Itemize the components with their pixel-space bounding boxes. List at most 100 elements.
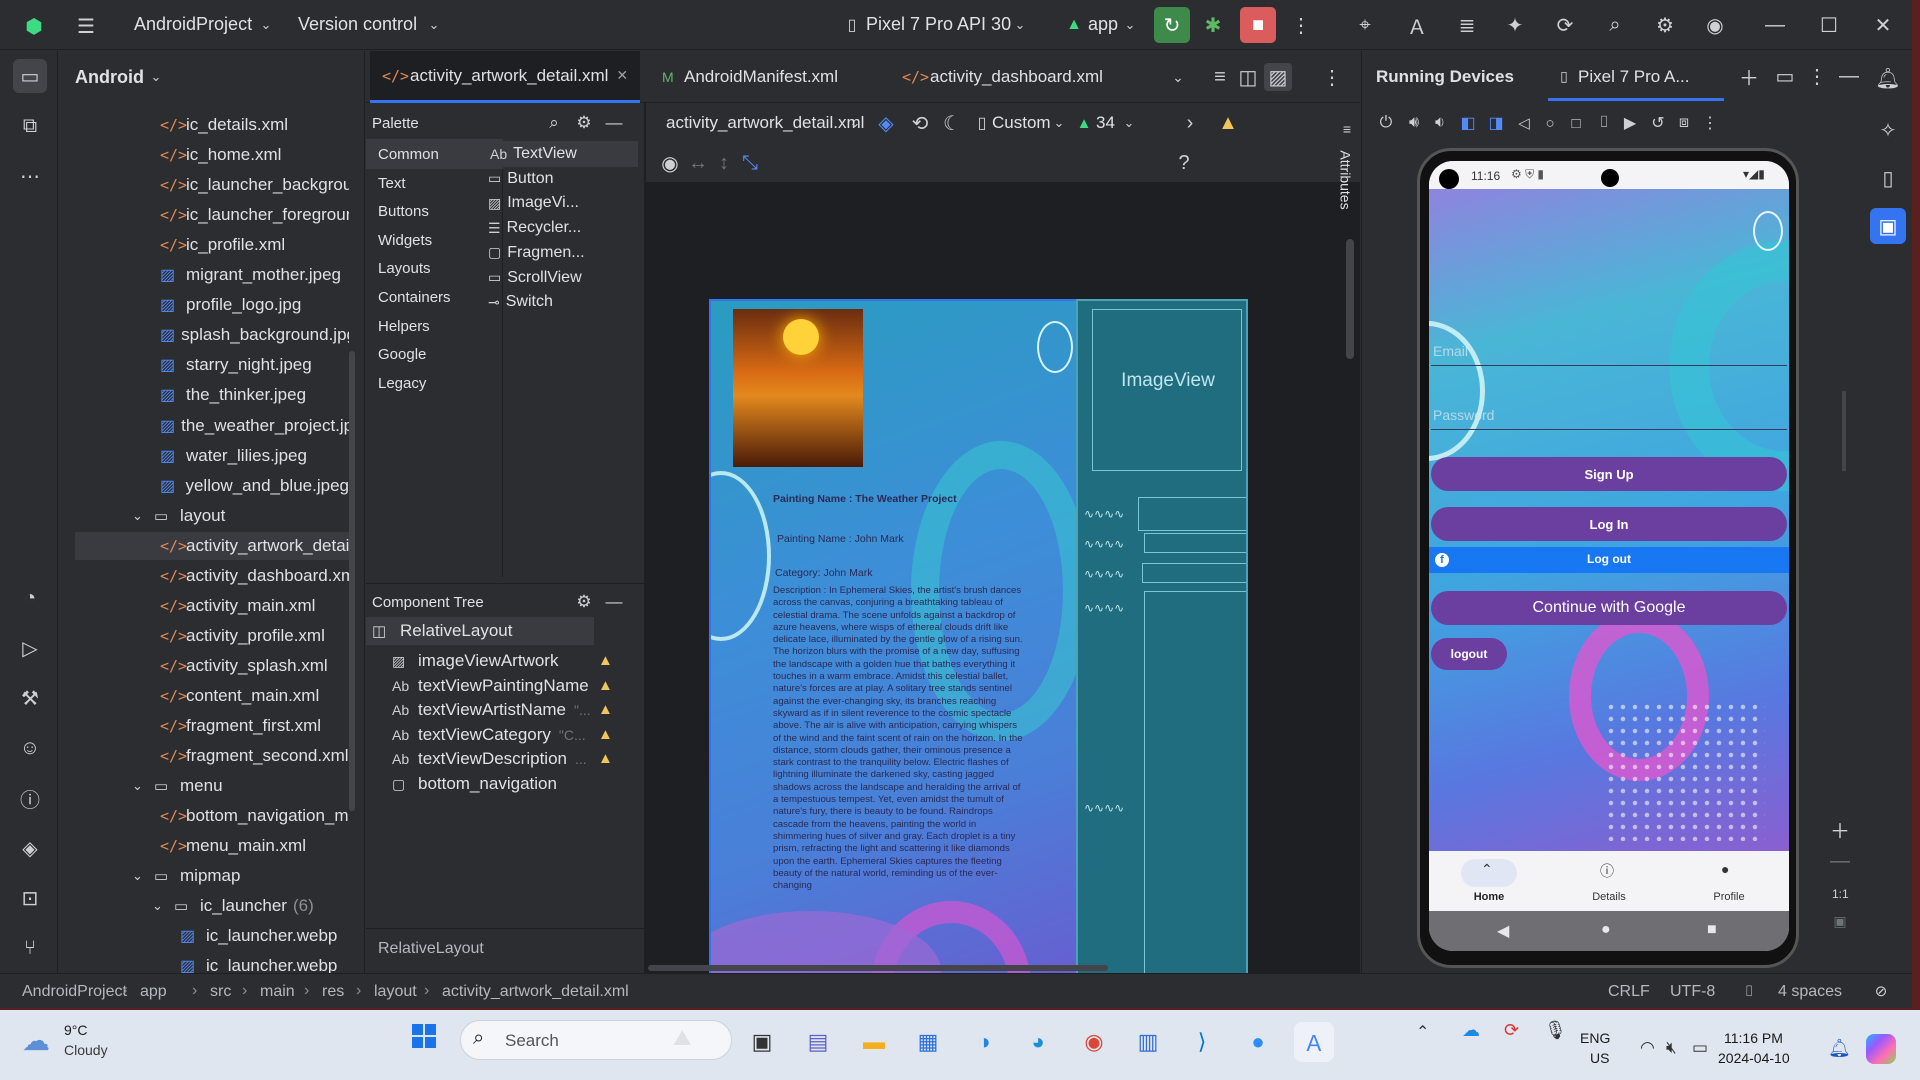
tree-item[interactable]: </> activity_dashboard.xml bbox=[59, 562, 349, 590]
language-indicator[interactable]: ENG bbox=[1580, 1030, 1610, 1046]
terminal-icon[interactable]: ⊡ bbox=[13, 881, 47, 915]
logcat-cat-icon[interactable]: ☺ bbox=[13, 731, 47, 765]
tree-scrollbar[interactable] bbox=[349, 351, 355, 811]
maximize-icon[interactable]: ☐ bbox=[1814, 10, 1844, 40]
tree-item[interactable]: ▨ starry_night.jpeg bbox=[59, 351, 349, 379]
tree-item[interactable]: ▨ yellow_and_blue.jpeg bbox=[59, 472, 349, 500]
tree-item[interactable]: </> activity_main.xml bbox=[59, 592, 349, 620]
vscode-icon[interactable]: ⟩ bbox=[1182, 1022, 1222, 1062]
palette-category-buttons[interactable]: Buttons bbox=[378, 203, 429, 220]
profiler-icon[interactable]: ✦ bbox=[1500, 10, 1530, 40]
project-view-selector[interactable]: Android bbox=[75, 67, 144, 88]
tree-item[interactable]: ▨ ic_launcher.webp bbox=[59, 922, 349, 950]
eye-icon[interactable]: ◉ bbox=[658, 151, 682, 175]
warning-icon[interactable]: ▲ bbox=[598, 677, 613, 694]
chevron-down-icon[interactable]: ⌄ bbox=[152, 898, 168, 914]
breadcrumb-item[interactable]: res bbox=[322, 983, 344, 1001]
tree-item[interactable]: </> ic_profile.xml bbox=[59, 231, 349, 259]
stop-icon[interactable]: ■ bbox=[1240, 7, 1276, 43]
search-icon[interactable]: ⌕ bbox=[542, 111, 566, 135]
design-surface-icon[interactable]: ◈ bbox=[874, 111, 898, 135]
main-menu-icon[interactable]: ☰ bbox=[72, 12, 100, 40]
line-separator[interactable]: CRLF bbox=[1608, 983, 1650, 1001]
comment-icon[interactable]: ⌷ bbox=[1738, 980, 1760, 1002]
orientation-icon[interactable]: ⟲ bbox=[908, 111, 932, 135]
fit-screen-icon[interactable]: ▣ bbox=[1826, 907, 1854, 935]
problems-icon[interactable]: ⓘ bbox=[13, 781, 47, 815]
rotate-left-icon[interactable]: ◧ bbox=[1456, 111, 1480, 135]
chevron-down-icon[interactable]: ⌄ bbox=[256, 14, 276, 36]
signup-button[interactable]: Sign Up bbox=[1431, 457, 1787, 491]
more-horizontal-icon[interactable]: ⋯ bbox=[13, 159, 47, 193]
palette-category-helpers[interactable]: Helpers bbox=[378, 318, 430, 335]
power-icon[interactable]: ⏻ bbox=[1374, 111, 1398, 135]
tab-android-manifest[interactable]: M AndroidManifest.xml bbox=[650, 51, 850, 103]
tree-item[interactable]: </>ic_launcher_background.xml bbox=[59, 171, 349, 199]
tree-item[interactable]: ⌄ ▭ mipmap bbox=[59, 862, 349, 890]
email-field[interactable]: Email bbox=[1433, 343, 1468, 359]
device-tab[interactable]: ▯ Pixel 7 Pro A... bbox=[1548, 51, 1724, 101]
tree-node-root[interactable]: ◫ RelativeLayout bbox=[372, 617, 512, 645]
night-mode-icon[interactable]: ☾ bbox=[940, 111, 964, 135]
home-icon[interactable]: ● bbox=[1601, 921, 1611, 939]
chevron-down-icon[interactable]: ⌄ bbox=[846, 113, 864, 133]
reset-icon[interactable]: ↺ bbox=[1646, 111, 1670, 135]
palette-item[interactable]: ☰ Recycler... bbox=[488, 219, 581, 237]
attributes-rail[interactable]: ≡ Attributes bbox=[1336, 118, 1358, 238]
sync-status-icon[interactable]: ⟳ bbox=[1504, 1020, 1519, 1041]
chevron-down-icon[interactable]: ⌄ bbox=[1050, 113, 1068, 133]
palette-item[interactable]: ▨ ImageVi... bbox=[488, 194, 579, 212]
wifi-icon[interactable]: ◠ bbox=[1640, 1038, 1655, 1058]
tree-item[interactable]: </>bottom_navigation_menu.xml bbox=[59, 802, 349, 830]
minimize-icon[interactable]: — bbox=[1760, 10, 1790, 40]
palette-category-legacy[interactable]: Legacy bbox=[378, 375, 426, 392]
palette-category-google[interactable]: Google bbox=[378, 346, 426, 363]
minimize-icon[interactable]: — bbox=[1836, 63, 1862, 89]
debug-icon[interactable]: ✱ bbox=[1198, 10, 1228, 40]
project-name[interactable]: AndroidProject bbox=[134, 14, 252, 35]
search-icon[interactable]: ⌕ bbox=[1600, 10, 1630, 40]
tree-item[interactable]: </>ic_launcher_foreground.xml bbox=[59, 201, 349, 229]
gear-icon[interactable]: ⚙ bbox=[572, 111, 596, 135]
blueprint-preview[interactable]: ImageView ∿∿∿∿ ∿∿∿∿ ∿∿∿∿ ∿∿∿∿ ∿∿∿∿ bbox=[1076, 299, 1248, 997]
api-level-selector[interactable]: 34 bbox=[1096, 113, 1115, 133]
git-icon[interactable]: ⑂ bbox=[13, 931, 47, 965]
tree-item[interactable]: </> activity_splash.xml bbox=[59, 652, 349, 680]
overview-icon[interactable]: ■ bbox=[1707, 921, 1717, 939]
chevron-down-icon[interactable]: ⌄ bbox=[147, 67, 165, 87]
teams-icon[interactable]: ▤ bbox=[798, 1022, 838, 1062]
resource-manager-icon[interactable]: ⧉ bbox=[13, 109, 47, 143]
chevron-down-icon[interactable]: ⌄ bbox=[132, 778, 148, 794]
logout-button[interactable]: logout bbox=[1431, 638, 1507, 670]
warning-icon[interactable]: ▲ bbox=[598, 726, 613, 743]
notification-bell-icon[interactable]: 🔔︎ bbox=[1828, 1038, 1851, 1059]
close-icon[interactable]: ✕ bbox=[1868, 10, 1898, 40]
rerun-icon[interactable]: ↻ bbox=[1154, 7, 1190, 43]
microphone-icon[interactable]: 🎙︎ bbox=[1544, 1020, 1567, 1041]
warning-icon[interactable]: ▲ bbox=[598, 750, 613, 767]
copilot-icon[interactable]: ◑ bbox=[964, 1022, 1004, 1062]
screenshot-icon[interactable]: ⌷ bbox=[1592, 111, 1616, 135]
more-vertical-icon[interactable]: ⋮ bbox=[1320, 65, 1344, 89]
tree-item[interactable]: ▨ the_weather_project.jpg bbox=[59, 412, 349, 440]
chrome-icon[interactable]: ◉ bbox=[1074, 1022, 1114, 1062]
tree-item[interactable]: ▨ profile_logo.jpg bbox=[59, 291, 349, 319]
back-icon[interactable]: ◀ bbox=[1497, 921, 1509, 941]
tree-item[interactable]: ⌄ ▭ ic_launcher (6) bbox=[59, 892, 349, 920]
palette-item[interactable]: ▭ ScrollView bbox=[488, 269, 582, 287]
account-icon[interactable]: ◉ bbox=[1700, 10, 1730, 40]
chevron-right-icon[interactable]: › bbox=[1178, 111, 1202, 135]
palette-category-widgets[interactable]: Widgets bbox=[378, 232, 432, 249]
horizontal-scrollbar[interactable] bbox=[648, 965, 1108, 971]
tree-item[interactable]: </> fragment_first.xml bbox=[59, 712, 349, 740]
design-view-icon[interactable]: ▨ bbox=[1264, 63, 1292, 91]
copilot-taskbar-icon[interactable] bbox=[1866, 1034, 1896, 1064]
nav-item-home[interactable]: Home bbox=[1459, 891, 1519, 903]
more-vertical-icon[interactable]: ⋮ bbox=[1804, 63, 1830, 89]
palette-category-layouts[interactable]: Layouts bbox=[378, 260, 431, 277]
zoom-app-icon[interactable]: ● bbox=[1238, 1022, 1278, 1062]
weather-temp[interactable]: 9°C bbox=[64, 1022, 88, 1038]
tree-item[interactable]: </> menu_main.xml bbox=[59, 832, 349, 860]
rotate-right-icon[interactable]: ◨ bbox=[1484, 111, 1508, 135]
password-field[interactable]: Password bbox=[1433, 407, 1494, 423]
